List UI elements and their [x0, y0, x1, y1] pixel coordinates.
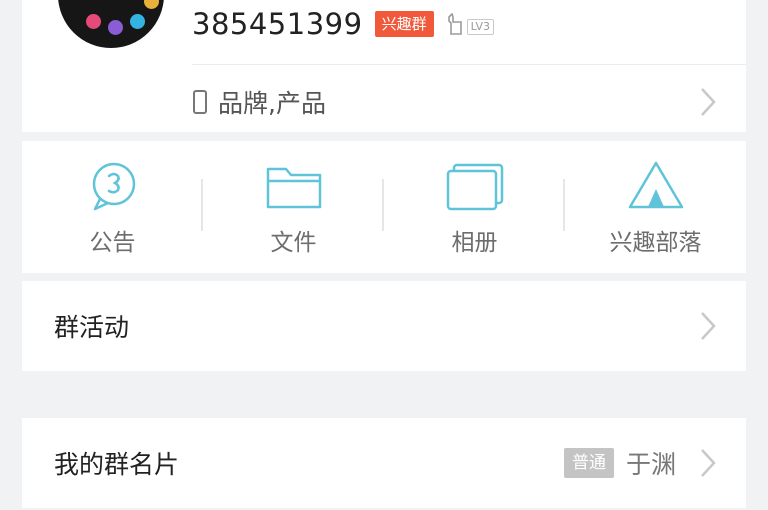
group-category-row[interactable]: 品牌,产品: [192, 74, 746, 130]
level-icon: [447, 13, 462, 35]
group-id: 385451399: [192, 7, 363, 41]
group-activity-row[interactable]: 群活动: [22, 281, 746, 371]
group-tools-card: 公告 文件 相册 兴趣部落: [22, 141, 746, 273]
group-header-card: 385451399 兴趣群 LV3 品牌,产品: [22, 0, 746, 132]
chevron-right-icon: [701, 312, 716, 340]
group-level: LV3: [446, 13, 495, 35]
tool-interest-tribe[interactable]: 兴趣部落: [565, 141, 746, 273]
header-divider: [192, 64, 746, 65]
tag-icon: [193, 90, 207, 114]
namecard-value: 于渊: [625, 450, 676, 479]
album-icon: [446, 163, 503, 211]
tool-label: 文件: [270, 230, 317, 256]
level-text: LV3: [466, 19, 495, 35]
tool-label: 相册: [451, 230, 498, 256]
chevron-right-icon: [701, 449, 716, 477]
tool-label: 兴趣部落: [609, 230, 702, 256]
my-group-namecard-row[interactable]: 我的群名片 普通 于渊: [22, 418, 746, 508]
group-id-row: 385451399 兴趣群 LV3: [192, 4, 495, 44]
interest-group-badge: 兴趣群: [374, 11, 434, 37]
announcement-icon: [92, 162, 135, 211]
group-category: 品牌,产品: [218, 89, 326, 118]
group-activity-title: 群活动: [54, 313, 130, 342]
tool-album[interactable]: 相册: [384, 141, 565, 273]
member-title-tag: 普通: [563, 448, 614, 478]
tool-files[interactable]: 文件: [203, 141, 384, 273]
folder-icon: [266, 167, 321, 209]
tool-announcement[interactable]: 公告: [22, 141, 203, 273]
group-avatar[interactable]: [58, 0, 164, 48]
tribe-icon: [628, 161, 683, 209]
namecard-value-group: 普通 于渊: [563, 445, 676, 481]
my-group-namecard-title: 我的群名片: [54, 450, 180, 479]
chevron-right-icon: [701, 88, 716, 116]
tool-label: 公告: [89, 230, 136, 256]
